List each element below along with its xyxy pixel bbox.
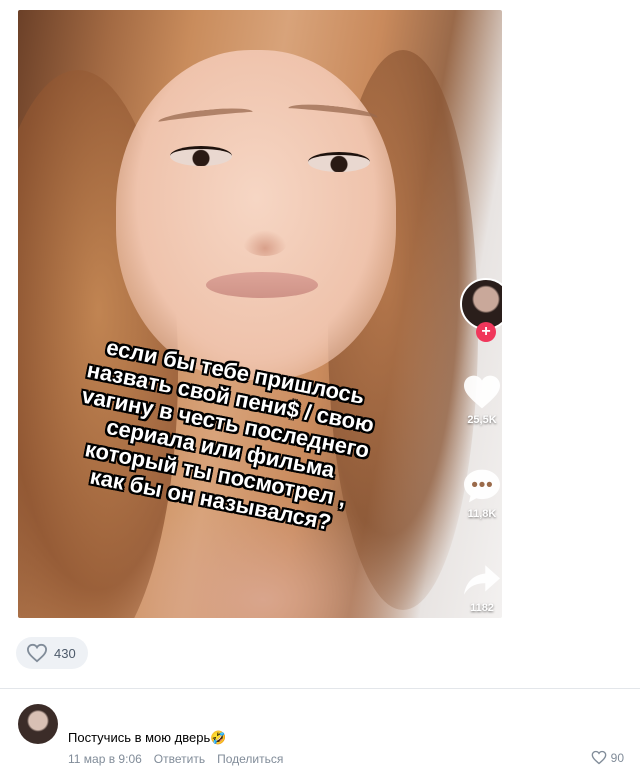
eye-left: [170, 146, 232, 166]
post-like-button[interactable]: 430: [16, 637, 88, 669]
comment-like-button[interactable]: 90: [591, 750, 624, 765]
comment-count: 11,8K: [467, 508, 497, 520]
creator-avatar-group[interactable]: +: [460, 278, 502, 342]
comment-date[interactable]: 11 мар в 9:06: [68, 752, 142, 766]
rail-like[interactable]: 25,5K: [452, 374, 502, 426]
face: [116, 50, 396, 380]
post-like-count: 430: [54, 645, 76, 661]
eye-right: [308, 152, 370, 172]
reply-link[interactable]: Ответить: [154, 752, 205, 766]
share-link[interactable]: Поделиться: [217, 752, 283, 766]
rail-share[interactable]: 1182: [452, 562, 502, 614]
share-arrow-icon[interactable]: [462, 562, 502, 598]
share-count: 1182: [470, 602, 494, 614]
nose: [243, 230, 287, 256]
commenter-avatar[interactable]: [18, 704, 58, 744]
mouth: [206, 272, 318, 298]
heart-icon[interactable]: [462, 374, 502, 410]
heart-outline-icon: [591, 750, 606, 765]
divider: [0, 688, 640, 689]
comment-text: Постучись в мою дверь🤣: [68, 730, 227, 745]
comment-like-count: 90: [610, 750, 624, 765]
rail-comments[interactable]: 11,8K: [452, 468, 502, 520]
heart-outline-icon: [26, 643, 48, 663]
plus-icon[interactable]: +: [476, 322, 496, 342]
comment-meta: 11 мар в 9:06 Ответить Поделиться: [68, 752, 283, 766]
video-frame[interactable]: если бы тебе пришлось назвать свой пени$…: [18, 10, 502, 618]
like-count: 25,5K: [467, 414, 497, 426]
comment-icon[interactable]: [462, 468, 502, 504]
